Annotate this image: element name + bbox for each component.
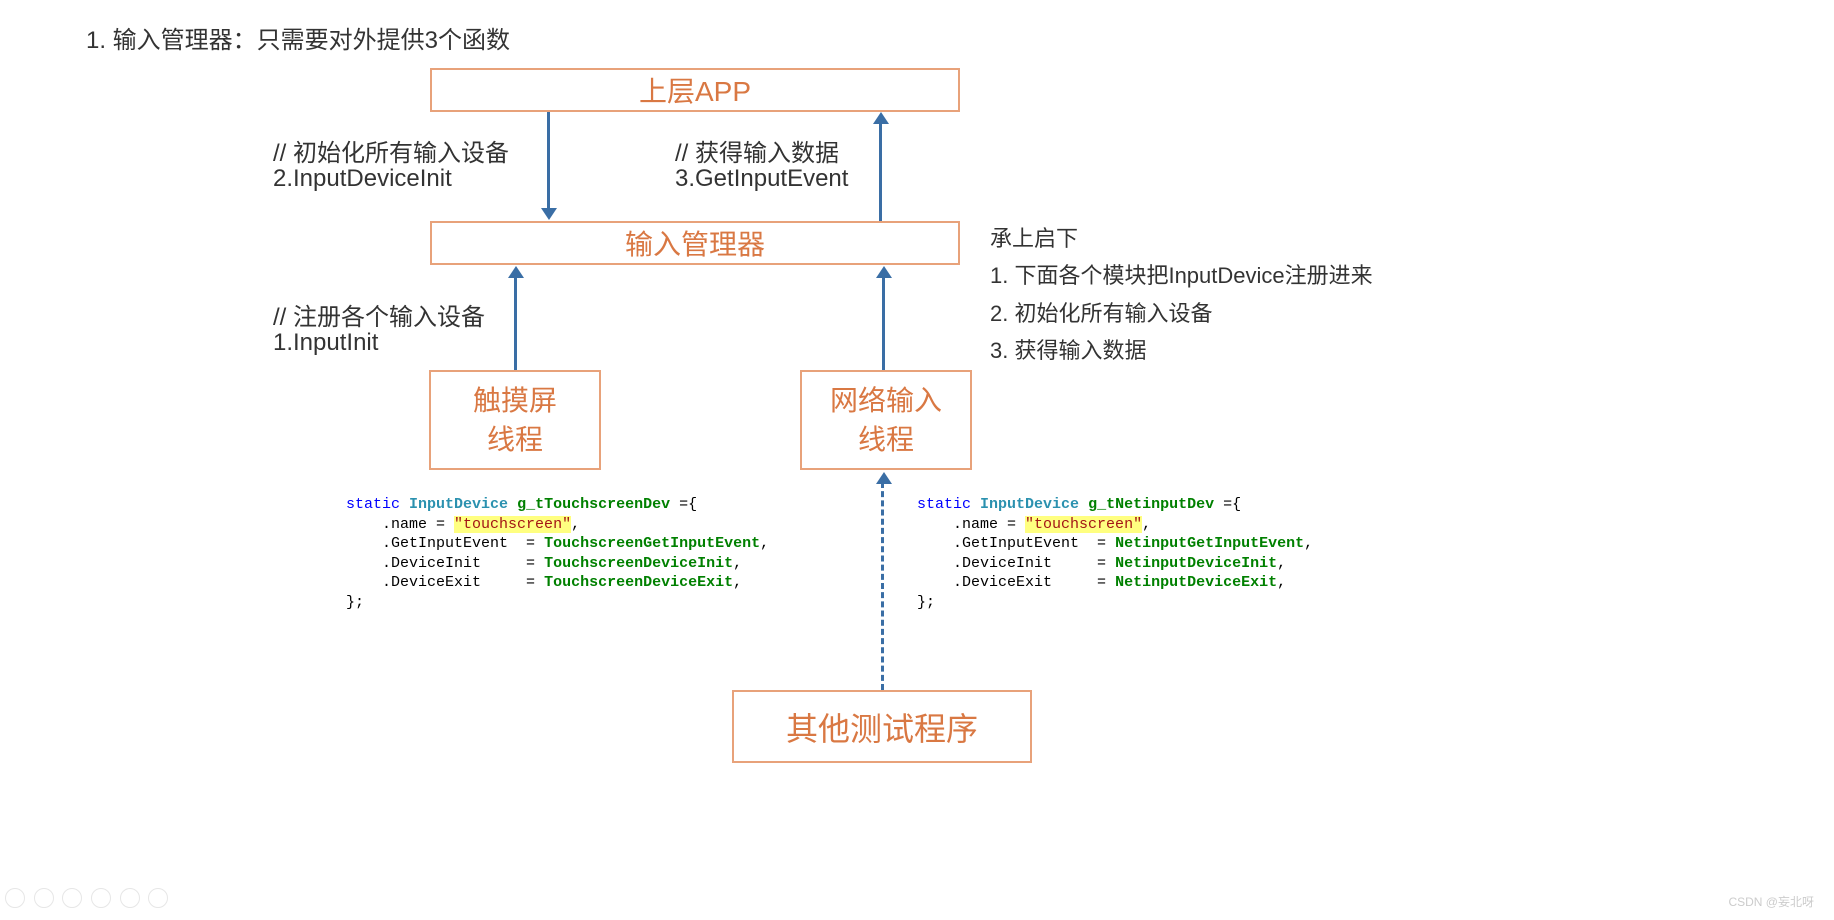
label-init-fn: 2.InputDeviceInit — [273, 165, 452, 193]
code-f1v: NetinputGetInputEvent — [1115, 535, 1304, 552]
code-f2v: NetinputDeviceInit — [1115, 555, 1277, 572]
code-f1k: .GetInputEvent — [953, 535, 1079, 552]
box-touch: 触摸屏 线程 — [429, 370, 601, 470]
label-init-comment: // 初始化所有输入设备 — [273, 133, 509, 168]
code-name-v: "touchscreen" — [1025, 516, 1142, 533]
kw-type: InputDevice — [980, 496, 1079, 513]
label-get-comment: // 获得输入数据 — [675, 133, 839, 168]
code-end: }; — [917, 594, 935, 611]
arrow-other-to-net — [881, 482, 884, 690]
box-net: 网络输入 线程 — [800, 370, 972, 470]
code-f1k: .GetInputEvent — [382, 535, 508, 552]
code-f2v: TouchscreenDeviceInit — [544, 555, 733, 572]
kw-static: static — [346, 496, 400, 513]
side-heading: 承上启下 — [990, 220, 1373, 257]
code-touch: static InputDevice g_tTouchscreenDev ={ … — [346, 495, 769, 612]
side-line-3: 3. 获得输入数据 — [990, 332, 1373, 369]
label-reg-comment: // 注册各个输入设备 — [273, 297, 485, 332]
code-name-k: .name — [953, 516, 998, 533]
code-eq: ={ — [1214, 496, 1241, 513]
box-manager: 输入管理器 — [430, 221, 960, 265]
foot-icon — [5, 888, 25, 908]
foot-icon — [148, 888, 168, 908]
code-f3k: .DeviceExit — [382, 574, 481, 591]
code-net: static InputDevice g_tNetinputDev ={ .na… — [917, 495, 1313, 612]
code-name-k: .name — [382, 516, 427, 533]
var-name: g_tNetinputDev — [1088, 496, 1214, 513]
code-f3k: .DeviceExit — [953, 574, 1052, 591]
kw-static: static — [917, 496, 971, 513]
kw-type: InputDevice — [409, 496, 508, 513]
code-f3v: TouchscreenDeviceExit — [544, 574, 733, 591]
box-other: 其他测试程序 — [732, 690, 1032, 763]
side-line-1: 1. 下面各个模块把InputDevice注册进来 — [990, 257, 1373, 294]
arrow-touch-to-mgr — [514, 276, 517, 370]
code-f2k: .DeviceInit — [953, 555, 1052, 572]
arrow-mgr-to-app — [879, 122, 882, 221]
label-get-fn: 3.GetInputEvent — [675, 165, 848, 193]
arrow-app-to-mgr — [547, 112, 550, 210]
page-title: 1. 输入管理器：只需要对外提供3个函数 — [86, 20, 510, 55]
var-name: g_tTouchscreenDev — [517, 496, 670, 513]
label-reg-fn: 1.InputInit — [273, 329, 378, 357]
foot-icon — [91, 888, 111, 908]
foot-icon — [120, 888, 140, 908]
footer-toolbar — [5, 887, 170, 915]
code-f1v: TouchscreenGetInputEvent — [544, 535, 760, 552]
side-line-2: 2. 初始化所有输入设备 — [990, 295, 1373, 332]
foot-icon — [34, 888, 54, 908]
arrow-net-to-mgr — [882, 276, 885, 370]
code-f2k: .DeviceInit — [382, 555, 481, 572]
box-app: 上层APP — [430, 68, 960, 112]
foot-icon — [62, 888, 82, 908]
code-eq: ={ — [670, 496, 697, 513]
code-f3v: NetinputDeviceExit — [1115, 574, 1277, 591]
watermark: CSDN @妄北呀 — [1728, 893, 1814, 910]
side-notes: 承上启下 1. 下面各个模块把InputDevice注册进来 2. 初始化所有输… — [990, 220, 1373, 370]
code-end: }; — [346, 594, 364, 611]
code-name-v: "touchscreen" — [454, 516, 571, 533]
